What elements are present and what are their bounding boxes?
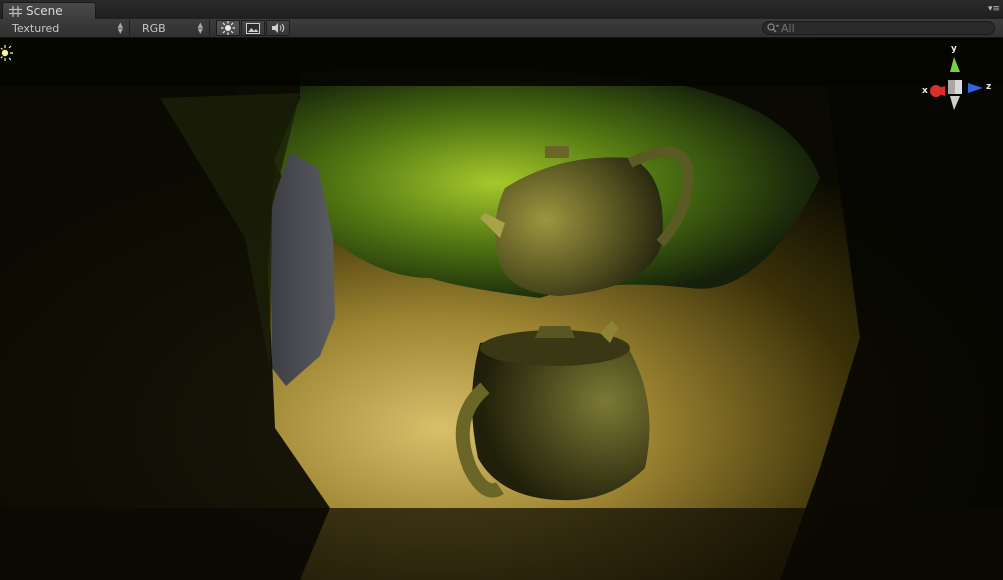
search-input[interactable]: All [762, 21, 995, 35]
scene-render [0, 38, 1003, 580]
dropdown-arrows-icon: ▲ ▼ [117, 21, 123, 35]
audio-toggle-button[interactable] [266, 20, 290, 36]
scene-toolbar: Textured ▲ ▼ RGB ▲ ▼ All [0, 19, 1003, 38]
lighting-toggle-button[interactable] [216, 20, 240, 36]
render-mode-value: Textured [12, 21, 60, 35]
scene-viewport[interactable]: y x z [0, 38, 1003, 580]
render-mode-dropdown[interactable]: Textured ▲ ▼ [6, 20, 130, 36]
tab-bar: Scene ▾≡ [0, 0, 1003, 20]
image-icon [246, 22, 260, 34]
audio-icon [272, 23, 285, 33]
image-effects-button[interactable] [241, 20, 265, 36]
teapot-lower [455, 321, 650, 501]
scene-light-icon[interactable] [0, 44, 18, 62]
tab-scene-label: Scene [26, 4, 63, 18]
channel-dropdown[interactable]: RGB ▲ ▼ [136, 20, 210, 36]
search-icon [767, 23, 779, 33]
sun-lighting-icon [221, 21, 235, 35]
dropdown-arrows-icon: ▲ ▼ [197, 21, 203, 35]
orientation-gizmo[interactable]: y x z [920, 44, 992, 116]
axis-z-label: z [986, 82, 992, 92]
axis-y-label: y [951, 44, 957, 54]
channel-value: RGB [142, 21, 166, 35]
search-placeholder: All [781, 21, 795, 35]
tab-scene[interactable]: Scene [2, 2, 96, 19]
hash-icon [9, 5, 22, 17]
menu-icon[interactable]: ▾≡ [988, 5, 1000, 15]
axis-x-label: x [922, 86, 928, 96]
